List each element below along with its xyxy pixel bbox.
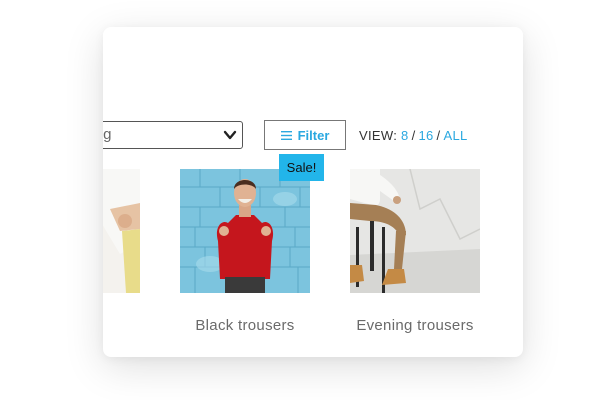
product-image[interactable] <box>103 169 140 293</box>
view-separator: / <box>411 128 416 143</box>
product-card-panel: orting Filter VIEW: 8/16/ALL ts <box>103 27 523 357</box>
product-image[interactable] <box>350 169 480 293</box>
view-option-all[interactable]: ALL <box>443 128 467 143</box>
view-option-16[interactable]: 16 <box>418 128 433 143</box>
view-label: VIEW: <box>359 128 398 143</box>
filter-button-label: Filter <box>297 127 330 143</box>
filter-button[interactable]: Filter <box>264 120 346 150</box>
sort-select[interactable]: orting <box>103 121 243 149</box>
filter-icon <box>280 130 292 140</box>
view-separator: / <box>436 128 441 143</box>
product-name[interactable]: Black trousers <box>165 317 325 334</box>
product-name[interactable]: ts <box>103 317 155 334</box>
product-image[interactable] <box>180 169 310 293</box>
chevron-down-icon <box>223 130 237 140</box>
view-selector: VIEW: 8/16/ALL <box>359 128 468 143</box>
view-option-8[interactable]: 8 <box>401 128 409 143</box>
man-red-sweater-photo <box>180 169 310 293</box>
sort-select-value: orting <box>103 126 112 143</box>
partial-person-photo <box>103 169 140 293</box>
seated-man-photo <box>350 169 480 293</box>
product-name[interactable]: Evening trousers <box>335 317 495 334</box>
sale-badge: Sale! <box>279 154 324 181</box>
